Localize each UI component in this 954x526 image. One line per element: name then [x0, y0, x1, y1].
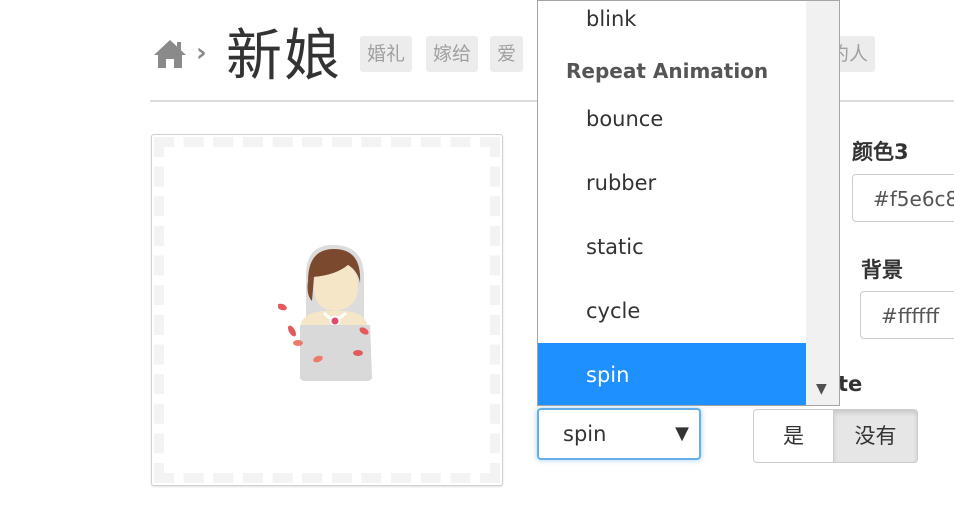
toggle-yes-button[interactable]: 是 [753, 409, 834, 463]
color3-input[interactable]: #f5e6c8 [852, 174, 954, 222]
background-input[interactable]: #ffffff [860, 291, 954, 339]
tag-wedding[interactable]: 婚礼 [360, 36, 413, 72]
toggle-no-button[interactable]: 没有 [833, 409, 918, 463]
option-rubber[interactable]: rubber [538, 151, 806, 215]
preview-canvas [154, 137, 500, 483]
home-icon[interactable] [152, 38, 188, 70]
color3-label: 颜色3 [852, 140, 909, 164]
scroll-down-arrow-icon[interactable]: ▼ [816, 381, 827, 397]
option-spin[interactable]: spin [538, 343, 806, 405]
dropdown-options: blink Repeat Animation bounce rubber sta… [538, 1, 806, 405]
animation-dropdown-list[interactable]: blink Repeat Animation bounce rubber sta… [537, 0, 840, 406]
option-blink[interactable]: blink [538, 1, 806, 51]
bride-icon [278, 245, 372, 381]
optgroup-repeat-animation: Repeat Animation [566, 59, 769, 83]
animation-select[interactable]: spin ▼ [537, 408, 701, 460]
background-label: 背景 [861, 258, 903, 282]
icon-preview-card [151, 134, 503, 486]
dropdown-scrollbar[interactable] [806, 1, 839, 405]
option-bounce[interactable]: bounce [538, 87, 806, 151]
animation-select-value: spin [563, 422, 607, 446]
breadcrumb-separator: › [196, 38, 207, 68]
tag-love[interactable]: 爱 [490, 36, 524, 72]
caret-down-icon: ▼ [675, 423, 689, 444]
option-static[interactable]: static [538, 215, 806, 279]
rotate-label-fragment: te [838, 372, 863, 396]
option-cycle[interactable]: cycle [538, 279, 806, 343]
tag-marry[interactable]: 嫁给 [426, 36, 479, 72]
page-title: 新娘 [226, 24, 342, 89]
